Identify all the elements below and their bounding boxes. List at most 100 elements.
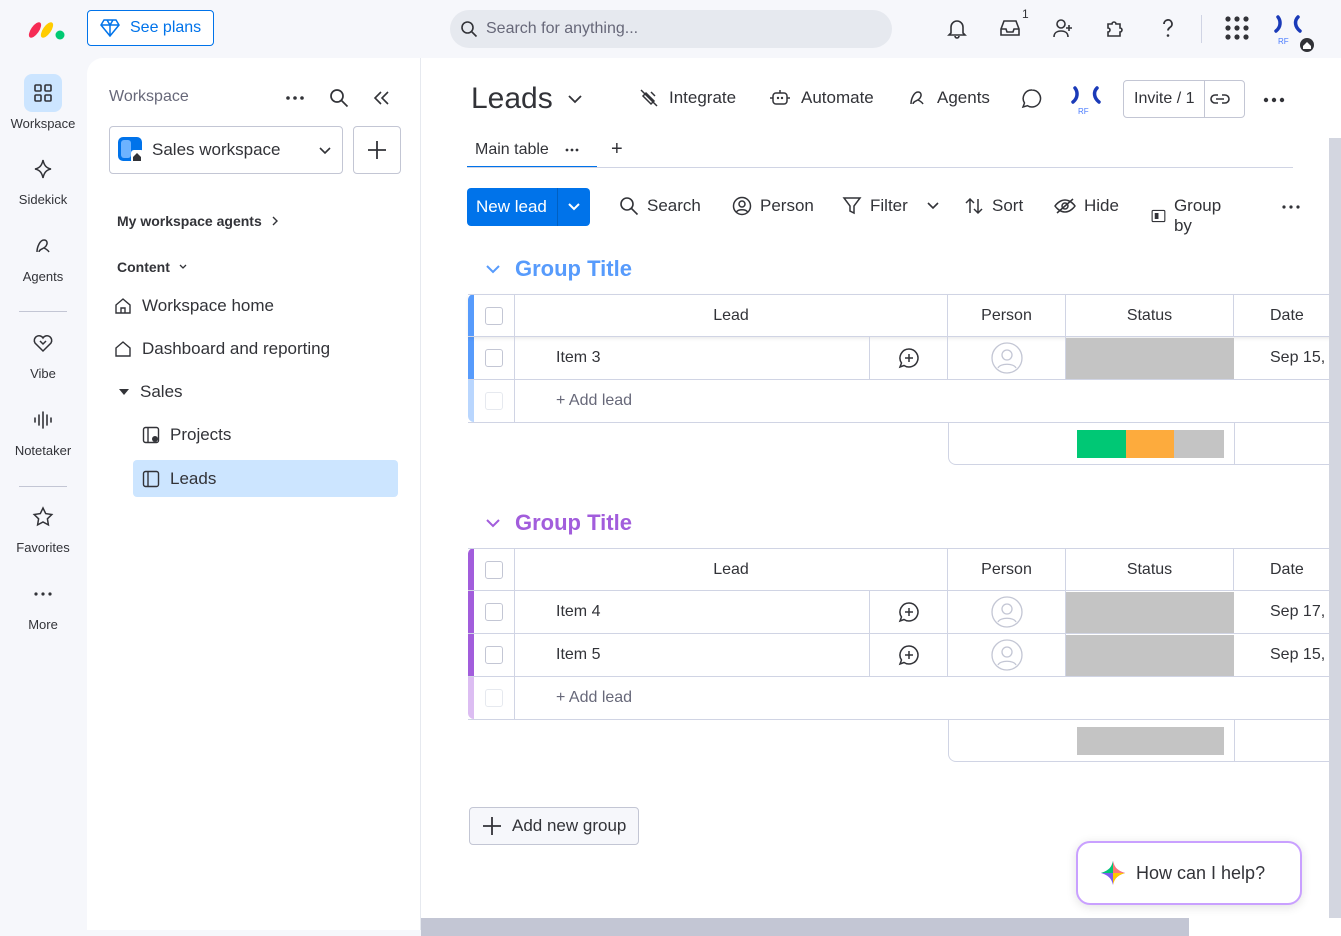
row-checkbox[interactable] [474, 634, 515, 676]
add-item-button[interactable] [353, 126, 401, 174]
rail-item-more[interactable]: More [0, 575, 86, 632]
tab-main-table-label: Main table [475, 141, 549, 158]
agents-button[interactable]: Agents [907, 88, 990, 108]
date-cell[interactable]: Sep 15, [1234, 634, 1341, 676]
rail-item-favorites[interactable]: Favorites [0, 498, 86, 555]
toolbar-sort-button[interactable]: Sort [964, 196, 1023, 216]
vertical-scrollbar[interactable] [1329, 138, 1341, 918]
table-row[interactable]: Item 3 Sep 15, [468, 337, 1341, 380]
new-lead-button[interactable]: New lead [467, 188, 590, 226]
monday-logo[interactable] [28, 16, 66, 42]
person-cell[interactable] [948, 337, 1066, 379]
updates-chat-button[interactable] [1021, 88, 1043, 110]
toolbar-filter-button[interactable]: Filter [842, 196, 940, 216]
status-cell[interactable] [1066, 592, 1234, 633]
see-plans-button[interactable]: See plans [87, 10, 214, 46]
rail-item-agents[interactable]: Agents [0, 227, 86, 284]
status-cell[interactable] [1066, 635, 1234, 676]
user-avatar[interactable]: RF [1268, 11, 1316, 55]
sidebar-item-workspace-home[interactable]: Workspace home [114, 296, 274, 316]
chevron-down-icon[interactable] [485, 518, 501, 528]
toolbar-group-by-button[interactable]: Group by [1151, 196, 1226, 236]
column-header-status[interactable]: Status [1066, 549, 1234, 591]
column-header-date[interactable]: Date [1234, 295, 1341, 337]
rail-item-workspace[interactable]: Workspace [0, 74, 86, 131]
column-header-person[interactable]: Person [948, 295, 1066, 337]
date-cell[interactable]: Sep 17, [1234, 591, 1341, 633]
table-row[interactable]: Item 5 Sep 15, [468, 634, 1341, 677]
workspace-selector[interactable]: Sales workspace [109, 126, 343, 174]
item-name[interactable]: Item 5 [515, 634, 870, 676]
toolbar-hide-button[interactable]: Hide [1054, 196, 1119, 216]
group-1-header[interactable]: Group Title [485, 256, 632, 282]
board-more-icon[interactable] [1263, 97, 1285, 103]
status-cell[interactable] [1066, 338, 1234, 379]
item-name[interactable]: Item 4 [515, 591, 870, 633]
sparkle-icon [1101, 861, 1125, 885]
integrate-button[interactable]: Integrate [639, 88, 736, 108]
add-update-icon[interactable] [870, 337, 948, 379]
invite-button[interactable]: Invite / 1 [1123, 80, 1245, 118]
toolbar-search-button[interactable]: Search [619, 196, 701, 216]
sidebar-item-leads[interactable]: Leads [142, 469, 216, 489]
row-checkbox[interactable] [474, 591, 515, 633]
search-icon[interactable] [327, 86, 351, 110]
puzzle-icon[interactable] [1102, 14, 1128, 42]
invite-member-icon[interactable] [1050, 14, 1076, 42]
add-new-group-button[interactable]: Add new group [469, 807, 639, 845]
add-lead-input[interactable]: + Add lead [515, 380, 1341, 422]
add-item-row[interactable]: + Add lead [468, 677, 1341, 720]
group-2-title[interactable]: Group Title [515, 510, 632, 536]
inbox-icon[interactable] [997, 14, 1023, 42]
row-checkbox[interactable] [474, 337, 515, 379]
toolbar-more-icon[interactable] [1281, 204, 1301, 210]
column-header-person[interactable]: Person [948, 549, 1066, 591]
item-name[interactable]: Item 3 [515, 337, 870, 379]
automate-button[interactable]: Automate [769, 88, 874, 108]
sidebar-item-dashboard[interactable]: Dashboard and reporting [114, 339, 330, 359]
tab-more-icon[interactable] [565, 148, 579, 152]
select-all-checkbox[interactable] [474, 549, 515, 591]
column-header-lead[interactable]: Lead [515, 549, 948, 591]
chevron-down-icon[interactable] [926, 201, 940, 211]
status-summary-cell[interactable] [1067, 719, 1235, 762]
toolbar-person-button[interactable]: Person [732, 196, 814, 216]
rail-item-sidekick[interactable]: Sidekick [0, 150, 86, 207]
group-1-title[interactable]: Group Title [515, 256, 632, 282]
person-cell[interactable] [948, 634, 1066, 676]
chevron-down-icon[interactable] [558, 202, 590, 212]
group-2-header[interactable]: Group Title [485, 510, 632, 536]
column-header-date[interactable]: Date [1234, 549, 1341, 591]
status-summary-cell[interactable] [1067, 422, 1235, 465]
help-icon[interactable] [1155, 14, 1181, 42]
date-cell[interactable]: Sep 15, [1234, 337, 1341, 379]
select-all-checkbox[interactable] [474, 295, 515, 337]
global-search-input[interactable]: Search for anything... [450, 10, 892, 48]
chevron-down-icon[interactable] [485, 264, 501, 274]
workspace-agents-section[interactable]: My workspace agents [117, 213, 280, 229]
rail-item-vibe[interactable]: Vibe [0, 324, 86, 381]
board-members-avatar[interactable]: RF [1069, 84, 1103, 116]
add-update-icon[interactable] [870, 591, 948, 633]
add-update-icon[interactable] [870, 634, 948, 676]
sidebar-item-projects[interactable]: Projects [142, 425, 231, 445]
ai-assistant-button[interactable]: How can I help? [1076, 841, 1302, 905]
rail-item-notetaker[interactable]: Notetaker [0, 401, 86, 458]
add-item-row[interactable]: + Add lead [468, 380, 1341, 423]
sidebar-folder-sales[interactable]: Sales [118, 382, 183, 402]
collapse-sidebar-icon[interactable] [369, 86, 393, 110]
add-lead-input[interactable]: + Add lead [515, 677, 1341, 719]
column-header-status[interactable]: Status [1066, 295, 1234, 337]
content-section[interactable]: Content [117, 259, 188, 275]
bell-icon[interactable] [944, 14, 970, 42]
person-cell[interactable] [948, 591, 1066, 633]
column-header-lead[interactable]: Lead [515, 295, 948, 337]
table-row[interactable]: Item 4 Sep 17, [468, 591, 1341, 634]
apps-grid-icon[interactable] [1224, 14, 1250, 42]
copy-link-icon[interactable] [1205, 92, 1235, 106]
add-view-button[interactable]: + [611, 138, 623, 161]
tab-main-table[interactable]: Main table [467, 134, 597, 168]
horizontal-scrollbar[interactable] [421, 918, 1189, 936]
more-options-icon[interactable] [283, 86, 307, 110]
board-title[interactable]: Leads [471, 82, 583, 116]
